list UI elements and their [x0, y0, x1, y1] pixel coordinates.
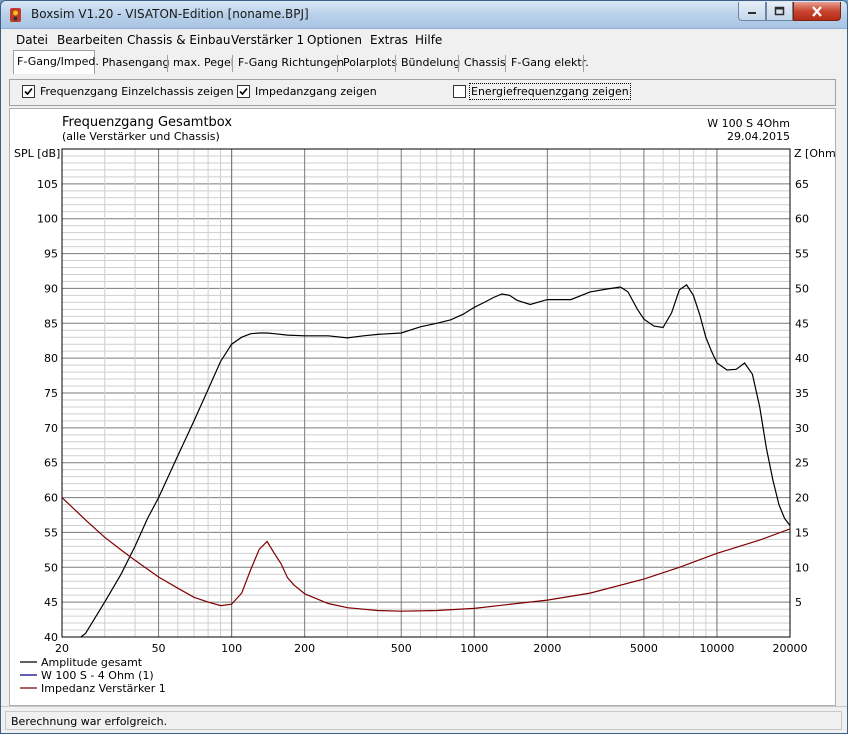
checkmark-icon	[24, 87, 33, 96]
x-tick-label: 1000	[460, 642, 488, 655]
window-title: Boxsim V1.20 - VISATON-Edition [noname.B…	[31, 7, 309, 21]
tab-separator	[395, 55, 396, 72]
y2-tick-label: 10	[795, 561, 809, 574]
tab-separator	[458, 55, 459, 72]
y-tick-label: 95	[44, 248, 58, 261]
tab-fgang-elektr[interactable]: F-Gang elektr.	[508, 53, 592, 73]
y-tick-label: 60	[44, 492, 58, 505]
legend-label: Impedanz Verstärker 1	[41, 682, 166, 695]
menu-bearbeiten[interactable]: Bearbeiten	[57, 33, 123, 47]
y-tick-label: 40	[44, 631, 58, 644]
tab-separator	[505, 55, 506, 72]
y2-tick-label: 40	[795, 352, 809, 365]
y2-tick-label: 30	[795, 422, 809, 435]
checkmark-icon	[239, 87, 248, 96]
tab-buendelung[interactable]: Bündelung	[398, 53, 463, 73]
series-line	[62, 497, 790, 612]
tab-chassis[interactable]: Chassis	[461, 53, 509, 73]
x-tick-label: 200	[294, 642, 315, 655]
y2-tick-label: 25	[795, 457, 809, 470]
title-bar[interactable]: Boxsim V1.20 - VISATON-Edition [noname.B…	[1, 1, 847, 29]
y-tick-label: 75	[44, 387, 58, 400]
maximize-button[interactable]	[766, 2, 793, 21]
single-chassis-checkbox[interactable]	[22, 85, 35, 98]
tab-fgang-richtungen[interactable]: F-Gang Richtungen	[235, 53, 347, 73]
series-line	[79, 284, 790, 637]
y2-tick-label: 35	[795, 387, 809, 400]
tab-separator	[167, 55, 168, 72]
tab-separator	[337, 55, 338, 72]
y2-tick-label: 20	[795, 492, 809, 505]
y-tick-label: 80	[44, 352, 58, 365]
maximize-icon	[774, 6, 785, 16]
single-chassis-label[interactable]: Frequenzgang Einzelchassis zeigen	[40, 85, 234, 98]
chart-date: 29.04.2015	[727, 130, 790, 143]
y-tick-label: 85	[44, 317, 58, 330]
menu-bar: Datei Bearbeiten Chassis & Einbau Verstä…	[1, 29, 847, 50]
tab-separator	[232, 55, 233, 72]
menu-extras[interactable]: Extras	[370, 33, 408, 47]
frequency-response-chart: Frequenzgang Gesamtbox (alle Verstärker …	[14, 115, 840, 695]
y2-tick-label: 50	[795, 282, 809, 295]
y2-tick-label: 15	[795, 526, 809, 539]
x-tick-label: 20000	[773, 642, 808, 655]
y-axis-label: SPL [dB]	[14, 147, 60, 160]
status-bar: Berechnung war erfolgreich.	[1, 706, 847, 733]
chart-subtitle: (alle Verstärker und Chassis)	[62, 130, 220, 143]
legend-label: W 100 S - 4 Ohm (1)	[41, 669, 154, 682]
y-tick-label: 105	[37, 178, 58, 191]
y2-tick-label: 45	[795, 317, 809, 330]
menu-hilfe[interactable]: Hilfe	[415, 33, 442, 47]
tab-max-pegel[interactable]: max. Pegel	[170, 53, 237, 73]
chart-title: Frequenzgang Gesamtbox	[62, 115, 232, 130]
x-tick-label: 5000	[630, 642, 658, 655]
close-button[interactable]	[793, 2, 841, 21]
x-tick-label: 500	[391, 642, 412, 655]
menu-datei[interactable]: Datei	[16, 33, 48, 47]
x-tick-label: 10000	[699, 642, 734, 655]
menu-chassis-einbau[interactable]: Chassis & Einbau	[127, 33, 231, 47]
tab-polarplots[interactable]: Polarplots	[340, 53, 400, 73]
tab-separator	[583, 55, 584, 72]
y-tick-label: 45	[44, 596, 58, 609]
x-tick-label: 50	[152, 642, 166, 655]
chart-lines	[62, 284, 790, 637]
menu-optionen[interactable]: Optionen	[307, 33, 362, 47]
tab-fgang-imped[interactable]: F-Gang/Imped.	[13, 50, 99, 74]
y-tick-label: 55	[44, 526, 58, 539]
y2-tick-label: 60	[795, 213, 809, 226]
legend-label: Amplitude gesamt	[41, 656, 143, 669]
energy-label[interactable]: Energiefrequenzgang zeigen	[469, 83, 631, 100]
app-window: Boxsim V1.20 - VISATON-Edition [noname.B…	[0, 0, 848, 734]
impedance-checkbox[interactable]	[237, 85, 250, 98]
y2-tick-label: 55	[795, 248, 809, 261]
menu-verstaerker[interactable]: Verstärker 1	[231, 33, 304, 47]
y-tick-label: 70	[44, 422, 58, 435]
y-tick-label: 90	[44, 282, 58, 295]
tab-strip: F-Gang/Imped. Phasengang max. Pegel F-Ga…	[1, 50, 847, 74]
impedance-label[interactable]: Impedanzgang zeigen	[255, 85, 377, 98]
energy-checkbox[interactable]	[453, 85, 466, 98]
x-tick-label: 100	[221, 642, 242, 655]
chart-area: Frequenzgang Gesamtbox (alle Verstärker …	[9, 108, 840, 706]
tab-phasengang[interactable]: Phasengang	[99, 53, 173, 73]
y-tick-label: 65	[44, 457, 58, 470]
minimize-icon	[748, 12, 756, 14]
status-text: Berechnung war erfolgreich.	[11, 715, 168, 728]
y2-tick-label: 5	[795, 596, 802, 609]
minimize-button[interactable]	[738, 2, 766, 21]
y2-tick-label: 65	[795, 178, 809, 191]
chart-grid	[61, 148, 791, 638]
y-tick-label: 100	[37, 213, 58, 226]
y-tick-label: 50	[44, 561, 58, 574]
y2-axis-label: Z [Ohm]	[794, 147, 835, 160]
x-tick-label: 2000	[533, 642, 561, 655]
options-panel: Frequenzgang Einzelchassis zeigen Impeda…	[9, 79, 836, 106]
status-field: Berechnung war erfolgreich.	[5, 711, 842, 730]
close-icon	[812, 5, 822, 17]
speaker-name: W 100 S 4Ohm	[707, 117, 790, 130]
app-icon	[10, 8, 21, 22]
chart-legend: Amplitude gesamtW 100 S - 4 Ohm (1)Imped…	[20, 656, 166, 695]
